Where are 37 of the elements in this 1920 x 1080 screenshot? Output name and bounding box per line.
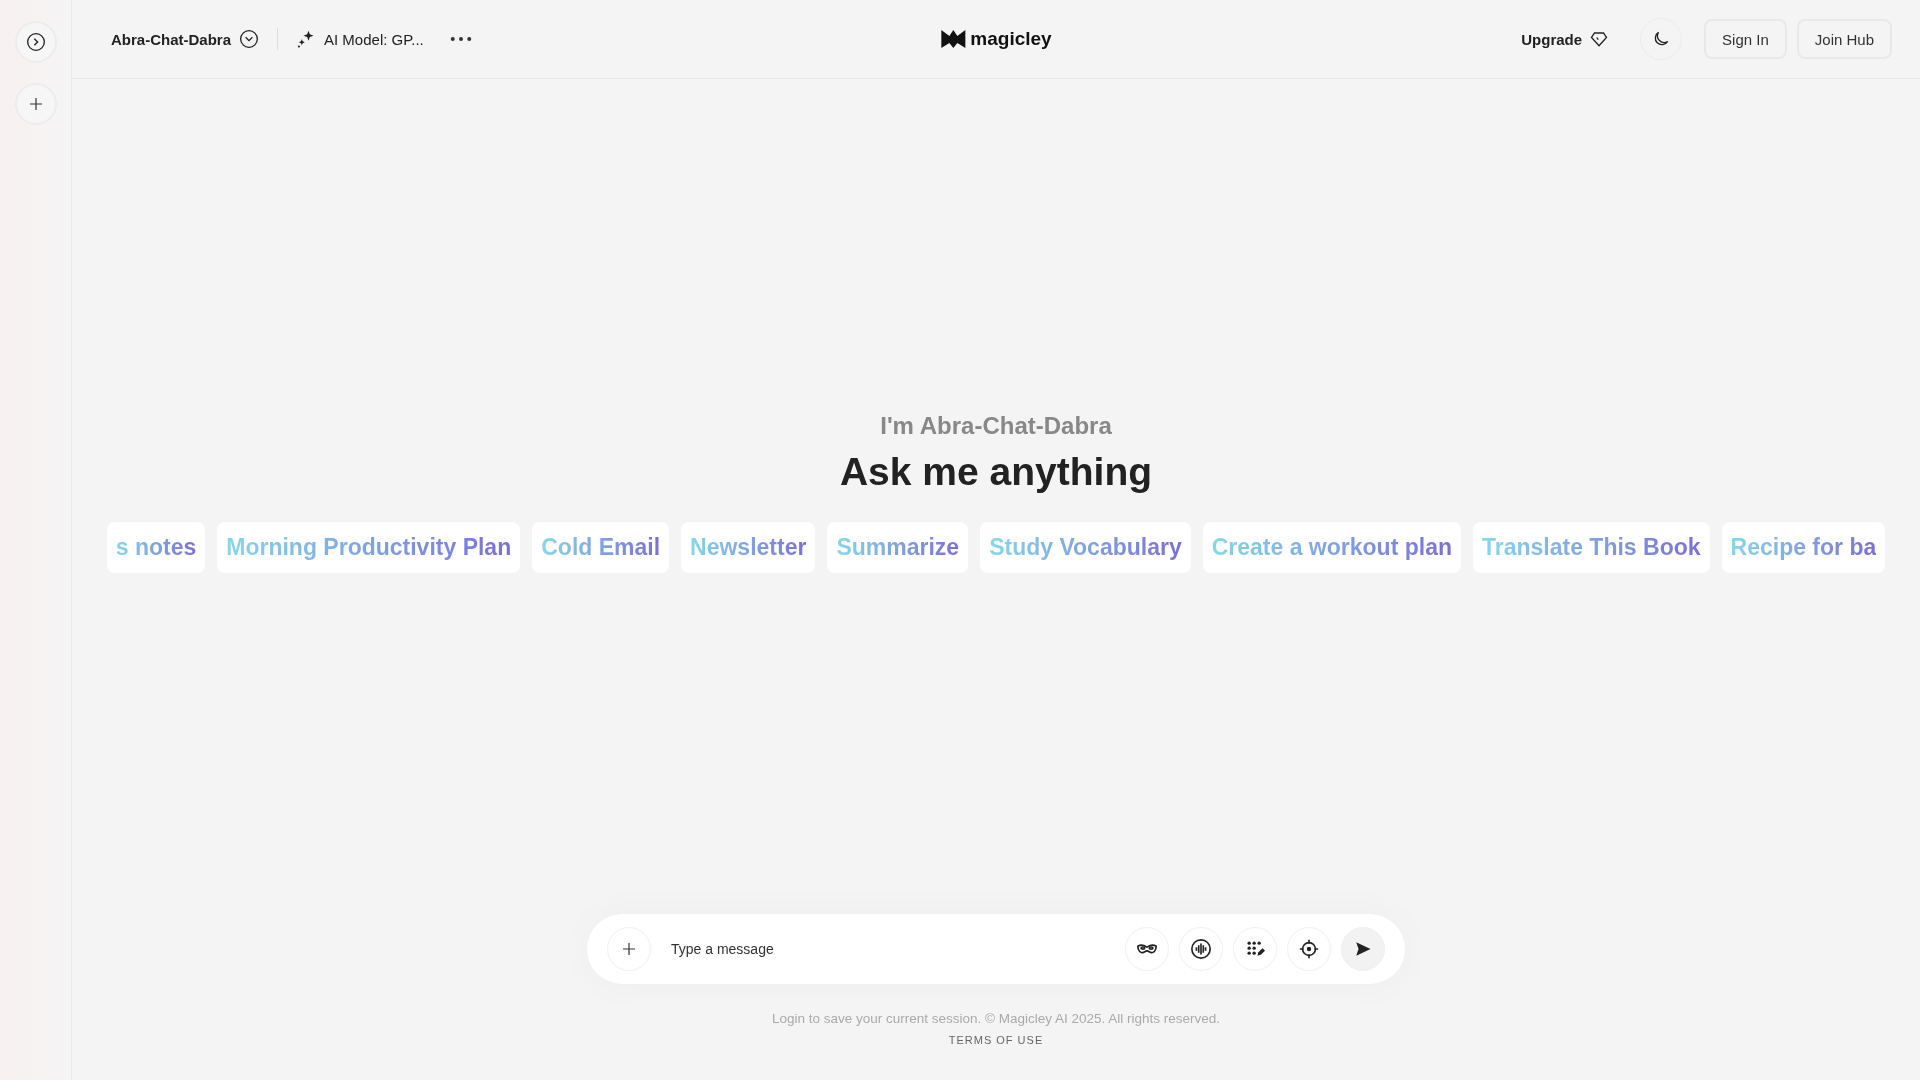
model-selector[interactable]: AI Model: GP... [290, 25, 430, 53]
chevron-right-icon [25, 32, 46, 52]
incognito-button[interactable] [1125, 927, 1169, 971]
logo-text: magicley [970, 28, 1052, 50]
assistant-selector[interactable]: Abra-Chat-Dabra [105, 25, 265, 53]
plus-icon [620, 940, 638, 958]
suggestion-chip[interactable]: Newsletter [681, 522, 816, 573]
terms-link[interactable]: TERMS OF USE [948, 1034, 1044, 1046]
suggestion-chip[interactable]: s notes [106, 522, 206, 573]
chevron-down-icon [239, 29, 259, 49]
upgrade-button[interactable]: Upgrade [1515, 26, 1615, 52]
focus-button[interactable] [1287, 927, 1331, 971]
attach-button[interactable] [607, 927, 651, 971]
suggestion-chip[interactable]: Create a workout plan [1202, 522, 1461, 573]
sparkle-icon [296, 29, 316, 49]
send-button[interactable] [1341, 927, 1385, 971]
send-icon [1354, 940, 1372, 958]
more-icon [449, 35, 472, 43]
voice-button[interactable] [1179, 927, 1223, 971]
new-chat-button[interactable] [14, 83, 57, 125]
suggestion-chip[interactable]: Translate This Book [1473, 522, 1710, 573]
suggestion-chip[interactable]: Study Vocabulary [980, 522, 1191, 573]
expand-sidebar-button[interactable] [14, 21, 57, 63]
header-button[interactable]: Join Hub [1796, 19, 1892, 59]
suggestion-chip[interactable]: Recipe for ba [1721, 522, 1886, 573]
tools-button[interactable] [1233, 927, 1277, 971]
waveform-icon [1190, 938, 1212, 960]
header-button[interactable]: Sign In [1704, 19, 1787, 59]
crosshair-icon [1298, 938, 1320, 960]
assistant-intro: I'm Abra-Chat-Dabra [880, 412, 1112, 440]
logo-icon [940, 29, 967, 49]
suggestion-chip[interactable]: Morning Productivity Plan [217, 522, 521, 573]
suggestion-chip[interactable]: Cold Email [532, 522, 670, 573]
hero-title: Ask me anything [839, 450, 1153, 494]
diamond-icon [1590, 30, 1609, 48]
suggestion-chip[interactable]: Summarize [827, 522, 969, 573]
footer-notice: Login to save your current session. © Magicley AI 2025. All rights reserved. [771, 1011, 1221, 1026]
